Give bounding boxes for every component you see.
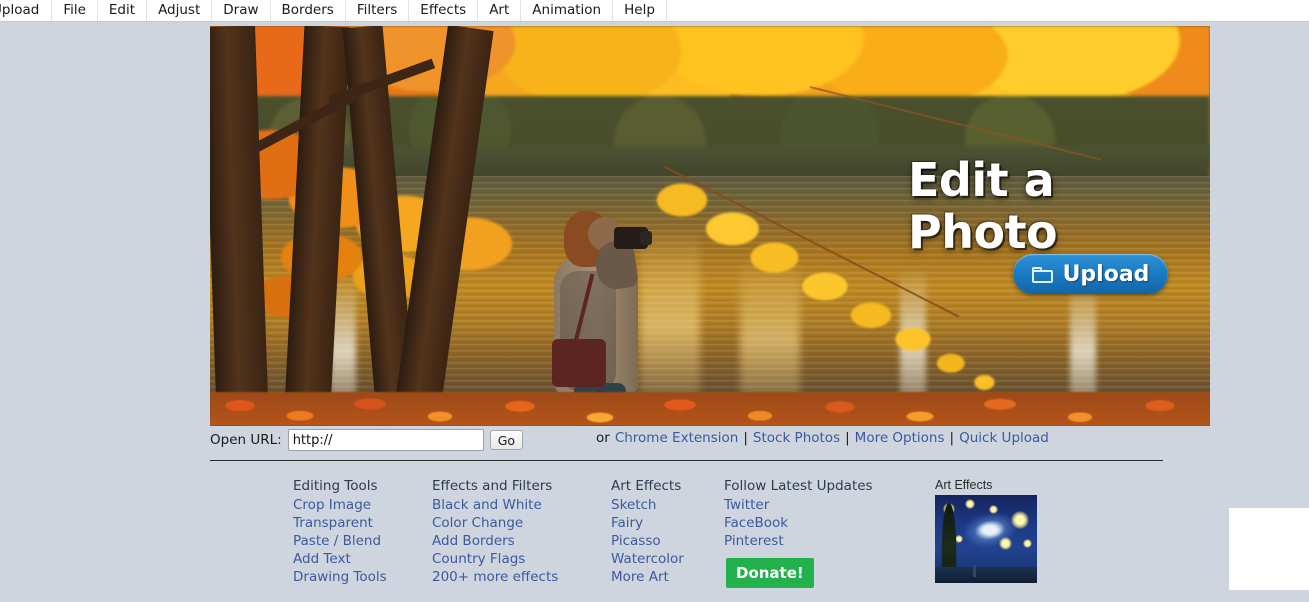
upload-button[interactable]: Upload [1013,254,1168,294]
cypress-tree-shape [941,503,957,577]
app-page: Upload File Edit Adjust Draw Borders Fil… [0,0,1309,602]
menu-edit-label: Edit [108,1,136,18]
hero-title: Edit a Photo [908,154,1168,258]
menu-art-label: Art [489,1,510,18]
menu-upload-label: Upload [0,1,40,18]
folder-icon [1031,266,1054,283]
star-shape [999,537,1012,550]
figure-handbag [552,339,606,387]
alternate-links: or Chrome Extension | Stock Photos | Mor… [596,430,1049,446]
horizontal-divider [210,460,1163,461]
art-effects-promo-label: Art Effects [935,478,993,492]
menu-adjust[interactable]: Adjust [147,0,213,21]
star-shape [1011,511,1029,529]
menu-art[interactable]: Art [478,0,522,21]
menu-filters[interactable]: Filters [346,0,410,21]
open-url-row: Open URL: Go [210,429,524,451]
camera-icon [614,227,652,249]
ad-placeholder [1229,508,1309,590]
menu-help-label: Help [624,1,655,18]
star-shape [1023,539,1032,548]
hero-title-line1: Edit a [908,153,1055,207]
menu-upload[interactable]: Upload [0,0,53,21]
menu-adjust-label: Adjust [158,1,201,18]
star-shape [955,535,963,543]
photographer-figure [540,211,655,426]
link-separator: | [949,430,955,446]
menu-bar: Upload File Edit Adjust Draw Borders Fil… [0,0,1309,22]
link-chrome-extension[interactable]: Chrome Extension [615,430,739,446]
link-quick-upload[interactable]: Quick Upload [959,430,1049,446]
leaf-covered-ground [210,392,1210,426]
menu-animation[interactable]: Animation [521,0,614,21]
menu-help[interactable]: Help [613,0,667,21]
hero-banner[interactable]: Edit a Photo Upload [210,26,1210,426]
menu-filters-label: Filters [356,1,398,18]
go-button[interactable]: Go [489,430,524,450]
village-shape [935,565,1037,583]
link-separator: | [743,430,748,446]
menu-draw[interactable]: Draw [212,0,271,21]
donate-button[interactable]: Donate! [726,558,814,588]
swirl-shape [975,521,1005,539]
art-effects-promo[interactable]: Art Effects [935,478,1037,583]
menu-draw-label: Draw [223,1,259,18]
menu-borders-label: Borders [281,1,334,18]
link-separator: | [845,430,850,446]
or-text: or [596,430,610,446]
menu-effects-label: Effects [420,1,467,18]
hero-title-line2: Photo [908,205,1058,259]
menu-edit[interactable]: Edit [98,0,148,21]
menu-effects[interactable]: Effects [409,0,479,21]
url-input[interactable] [287,429,484,451]
menu-animation-label: Animation [532,1,602,18]
open-url-label: Open URL: [210,432,282,448]
starry-night-thumbnail[interactable] [935,495,1037,583]
menu-file[interactable]: File [52,0,98,21]
link-more-options[interactable]: More Options [855,430,945,446]
star-shape [965,499,975,509]
star-shape [989,505,998,514]
menu-borders[interactable]: Borders [271,0,346,21]
link-stock-photos[interactable]: Stock Photos [753,430,840,446]
upload-button-label: Upload [1062,261,1150,287]
menu-file-label: File [63,1,86,18]
